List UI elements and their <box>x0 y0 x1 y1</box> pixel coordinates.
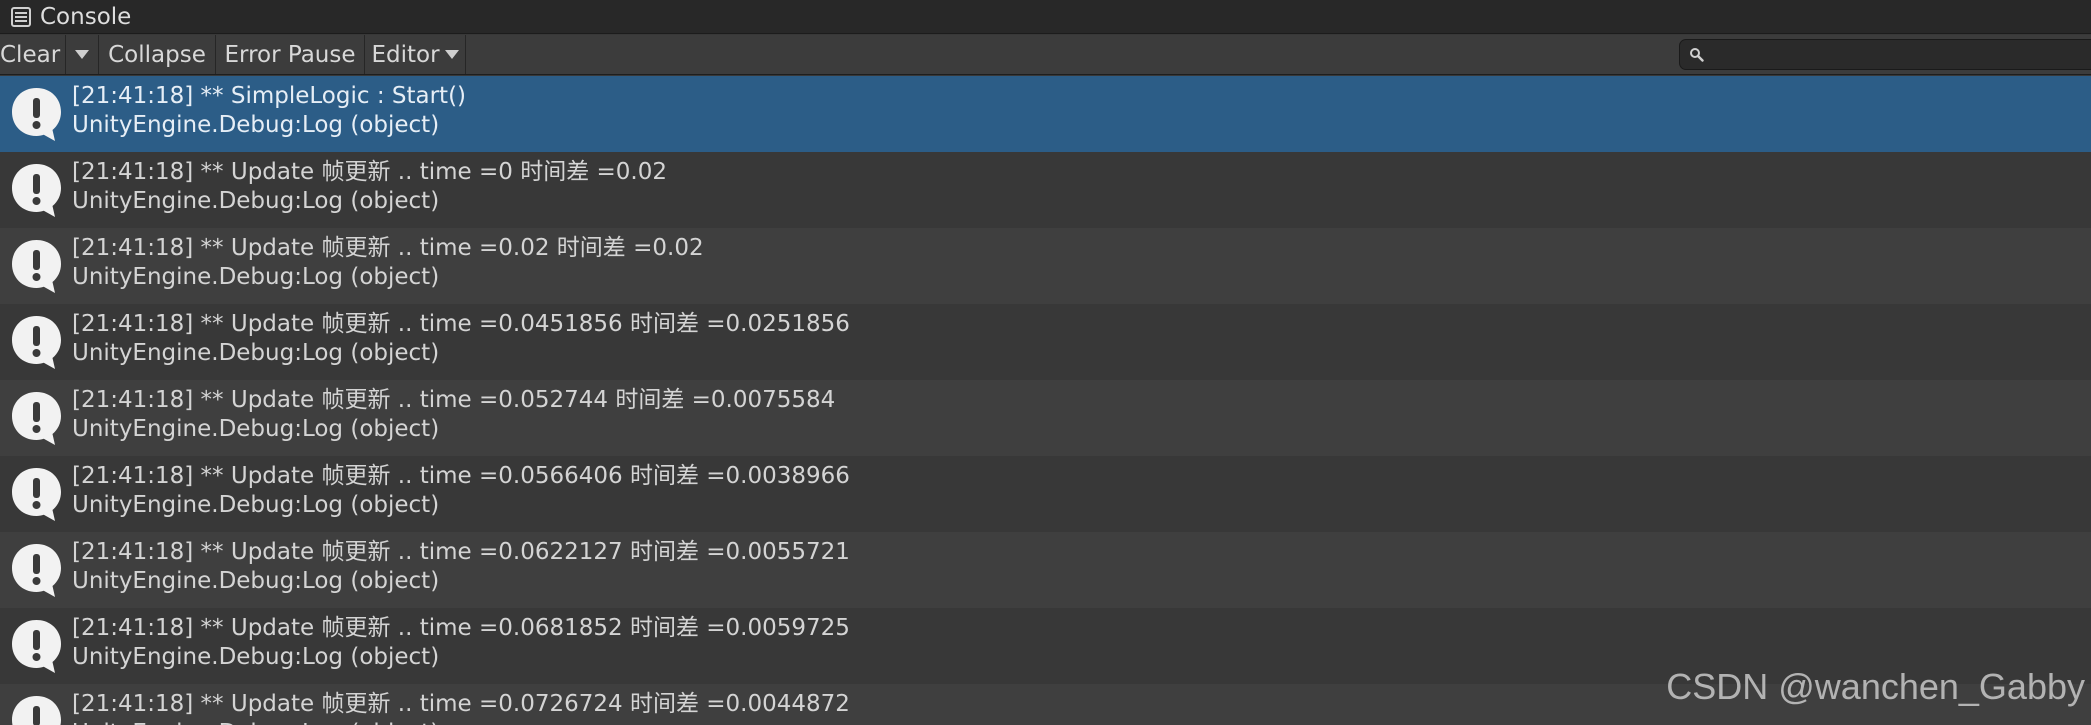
search-input[interactable] <box>1712 42 2091 67</box>
info-message-icon <box>12 88 61 141</box>
editor-label: Editor <box>371 41 440 68</box>
info-message-icon <box>12 544 61 597</box>
search-field[interactable] <box>1679 39 2091 70</box>
log-stack-trace: UnityEngine.Debug:Log (object) <box>72 112 440 138</box>
clear-options-dropdown[interactable] <box>66 35 99 74</box>
log-message: [21:41:18] ** Update 帧更新 .. time =0.0622… <box>72 539 850 565</box>
console-window: Console Clear Collapse Error Pause Edito… <box>0 0 2091 725</box>
collapse-label: Collapse <box>108 41 206 68</box>
info-message-icon <box>12 620 61 673</box>
editor-dropdown[interactable]: Editor <box>365 35 466 74</box>
search-icon <box>1690 48 1704 62</box>
log-message: [21:41:18] ** Update 帧更新 .. time =0 时间差 … <box>72 159 668 185</box>
watermark: CSDN @wanchen_Gabby <box>1666 666 2085 707</box>
log-stack-trace: UnityEngine.Debug:Log (object) <box>72 719 439 725</box>
log-entry-row[interactable]: [21:41:18] ** SimpleLogic : Start() Unit… <box>0 76 2091 152</box>
log-entry-row[interactable]: [21:41:18] ** Update 帧更新 .. time =0.0527… <box>0 380 2091 456</box>
log-stack-trace: UnityEngine.Debug:Log (object) <box>72 644 440 670</box>
log-stack-trace: UnityEngine.Debug:Log (object) <box>72 188 440 214</box>
log-entry-row[interactable]: [21:41:18] ** Update 帧更新 .. time =0.0566… <box>0 456 2091 532</box>
log-message: [21:41:18] ** Update 帧更新 .. time =0.02 时… <box>72 235 704 261</box>
log-message: [21:41:18] ** Update 帧更新 .. time =0.0726… <box>72 691 850 717</box>
error-pause-toggle[interactable]: Error Pause <box>216 35 365 74</box>
log-entry-row[interactable]: [21:41:18] ** Update 帧更新 .. time =0.02 时… <box>0 228 2091 304</box>
info-message-icon <box>12 316 61 369</box>
chevron-down-icon <box>75 50 89 59</box>
log-stack-trace: UnityEngine.Debug:Log (object) <box>72 264 440 290</box>
chevron-down-icon <box>444 50 459 59</box>
log-list[interactable]: [21:41:18] ** SimpleLogic : Start() Unit… <box>0 76 2091 725</box>
clear-button-label: Clear <box>0 41 61 68</box>
log-message: [21:41:18] ** Update 帧更新 .. time =0.0527… <box>72 387 836 413</box>
info-message-icon <box>12 240 61 293</box>
log-entry-row[interactable]: [21:41:18] ** Update 帧更新 .. time =0.0622… <box>0 532 2091 608</box>
log-stack-trace: UnityEngine.Debug:Log (object) <box>72 416 440 442</box>
log-entry-row[interactable]: [21:41:18] ** Update 帧更新 .. time =0.0451… <box>0 304 2091 380</box>
console-list-icon <box>11 6 31 27</box>
console-toolbar: Clear Collapse Error Pause Editor <box>0 35 2091 75</box>
log-stack-trace: UnityEngine.Debug:Log (object) <box>72 340 440 366</box>
log-message: [21:41:18] ** Update 帧更新 .. time =0.0451… <box>72 311 850 337</box>
error-pause-label: Error Pause <box>224 41 356 68</box>
log-message: [21:41:18] ** Update 帧更新 .. time =0.0566… <box>72 463 850 489</box>
log-message: [21:41:18] ** SimpleLogic : Start() <box>72 83 467 109</box>
log-message: [21:41:18] ** Update 帧更新 .. time =0.0681… <box>72 615 850 641</box>
log-stack-trace: UnityEngine.Debug:Log (object) <box>72 492 440 518</box>
collapse-toggle[interactable]: Collapse <box>99 35 216 74</box>
log-stack-trace: UnityEngine.Debug:Log (object) <box>72 568 440 594</box>
clear-button[interactable]: Clear <box>0 35 66 74</box>
title-bar: Console <box>0 0 2091 34</box>
log-entry-row[interactable]: [21:41:18] ** Update 帧更新 .. time =0 时间差 … <box>0 152 2091 228</box>
info-message-icon <box>12 696 61 725</box>
window-title[interactable]: Console <box>40 4 131 30</box>
info-message-icon <box>12 164 61 217</box>
info-message-icon <box>12 392 61 445</box>
info-message-icon <box>12 468 61 521</box>
